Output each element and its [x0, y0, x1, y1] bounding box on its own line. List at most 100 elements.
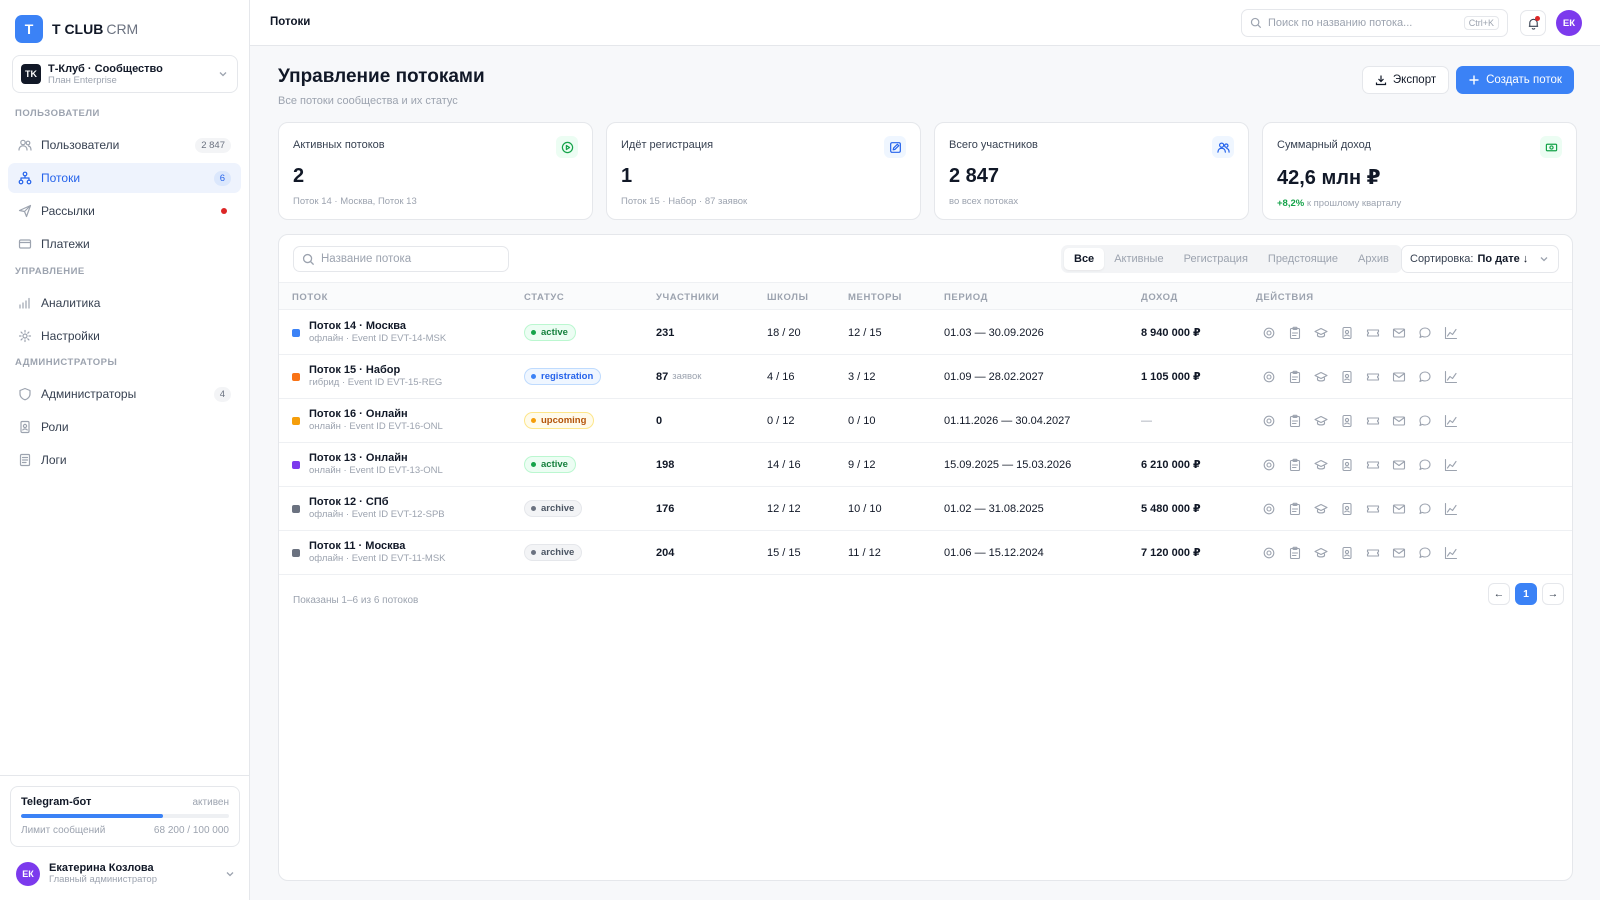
column-header[interactable]: ПЕРИОД: [944, 292, 988, 303]
graduation-cap-icon[interactable]: [1314, 546, 1328, 560]
avatar[interactable]: ЕК: [1556, 10, 1582, 36]
mail-icon[interactable]: [1392, 546, 1406, 560]
column-header[interactable]: ПОТОК: [292, 292, 328, 303]
table-row[interactable]: Поток 11 · Москва офлайн · Event ID EVT-1…: [279, 531, 1572, 575]
stream-name[interactable]: Поток 13 · Онлайн: [309, 452, 443, 465]
filter-tab[interactable]: Активные: [1104, 248, 1173, 270]
settings-icon[interactable]: [1262, 370, 1276, 384]
ticket-icon[interactable]: [1366, 546, 1380, 560]
mail-icon[interactable]: [1392, 414, 1406, 428]
sidebar-item-0-1[interactable]: Аналитика: [8, 288, 241, 318]
badge-icon[interactable]: [1340, 546, 1354, 560]
notifications-button[interactable]: [1520, 10, 1546, 36]
table-row[interactable]: Поток 16 · Онлайн онлайн · Event ID EVT-1…: [279, 399, 1572, 443]
mail-icon[interactable]: [1392, 458, 1406, 472]
column-header[interactable]: ДЕЙСТВИЯ: [1256, 292, 1314, 303]
chart-icon[interactable]: [1444, 458, 1458, 472]
clipboard-icon[interactable]: [1288, 414, 1302, 428]
table-row[interactable]: Поток 12 · СПб офлайн · Event ID EVT-12-S…: [279, 487, 1572, 531]
chat-icon[interactable]: [1418, 326, 1432, 340]
sidebar-item-1-1[interactable]: Настройки: [8, 321, 241, 351]
chart-icon[interactable]: [1444, 502, 1458, 516]
badge-icon[interactable]: [1340, 326, 1354, 340]
prev-page-button[interactable]: ←: [1488, 583, 1510, 605]
badge-icon[interactable]: [1340, 414, 1354, 428]
chat-icon[interactable]: [1418, 458, 1432, 472]
clipboard-icon[interactable]: [1288, 502, 1302, 516]
org-switcher[interactable]: TK Т-Клуб · Сообщество План Enterprise: [12, 55, 238, 93]
global-search[interactable]: Ctrl+K: [1241, 9, 1508, 37]
ticket-icon[interactable]: [1366, 326, 1380, 340]
settings-icon[interactable]: [1262, 546, 1276, 560]
graduation-cap-icon[interactable]: [1314, 370, 1328, 384]
filter-tab[interactable]: Архив: [1348, 248, 1399, 270]
chat-icon[interactable]: [1418, 414, 1432, 428]
clipboard-icon[interactable]: [1288, 326, 1302, 340]
badge-icon[interactable]: [1340, 502, 1354, 516]
filter-tab[interactable]: Все: [1064, 248, 1105, 270]
chart-icon[interactable]: [1444, 546, 1458, 560]
export-button[interactable]: Экспорт: [1362, 66, 1449, 94]
mail-icon[interactable]: [1392, 502, 1406, 516]
create-stream-button[interactable]: Создать поток: [1456, 66, 1574, 94]
page-button-current[interactable]: 1: [1515, 583, 1537, 605]
column-header[interactable]: СТАТУС: [524, 292, 564, 303]
ticket-icon[interactable]: [1366, 414, 1380, 428]
stream-search[interactable]: [293, 246, 509, 272]
table-row[interactable]: Поток 15 · Набор гибрид · Event ID EVT-15…: [279, 355, 1572, 399]
filter-tab[interactable]: Предстоящие: [1258, 248, 1348, 270]
stream-name[interactable]: Поток 11 · Москва: [309, 540, 446, 553]
sidebar-item-3-0[interactable]: Платежи: [8, 229, 241, 259]
user-name: Екатерина Козлова: [49, 862, 154, 874]
sidebar-item-1-0[interactable]: Потоки 6: [8, 163, 241, 193]
current-user[interactable]: ЕК Екатерина Козлова Главный администрат…: [16, 860, 236, 888]
column-header[interactable]: ШКОЛЫ: [767, 292, 808, 303]
sidebar-item-2-0[interactable]: Рассылки: [8, 196, 241, 226]
clipboard-icon[interactable]: [1288, 370, 1302, 384]
next-page-button[interactable]: →: [1542, 583, 1564, 605]
graduation-cap-icon[interactable]: [1314, 458, 1328, 472]
chat-icon[interactable]: [1418, 502, 1432, 516]
status-badge: upcoming: [524, 412, 595, 429]
settings-icon[interactable]: [1262, 326, 1276, 340]
column-header[interactable]: УЧАСТНИКИ: [656, 292, 719, 303]
chart-icon[interactable]: [1444, 326, 1458, 340]
filter-tab[interactable]: Регистрация: [1174, 248, 1258, 270]
stream-name[interactable]: Поток 15 · Набор: [309, 364, 442, 377]
table-row[interactable]: Поток 13 · Онлайн онлайн · Event ID EVT-1…: [279, 443, 1572, 487]
sort-dropdown[interactable]: Сортировка: По дате ↓: [1401, 245, 1559, 273]
graduation-cap-icon[interactable]: [1314, 502, 1328, 516]
table-row[interactable]: Поток 14 · Москва офлайн · Event ID EVT-1…: [279, 311, 1572, 355]
stream-name[interactable]: Поток 14 · Москва: [309, 320, 446, 333]
mail-icon[interactable]: [1392, 326, 1406, 340]
clipboard-icon[interactable]: [1288, 546, 1302, 560]
chart-icon[interactable]: [1444, 370, 1458, 384]
badge-icon[interactable]: [1340, 458, 1354, 472]
ticket-icon[interactable]: [1366, 370, 1380, 384]
sidebar-item-2-2[interactable]: Логи: [8, 445, 241, 475]
settings-icon[interactable]: [1262, 458, 1276, 472]
ticket-icon[interactable]: [1366, 458, 1380, 472]
mail-icon[interactable]: [1392, 370, 1406, 384]
ticket-icon[interactable]: [1366, 502, 1380, 516]
graduation-cap-icon[interactable]: [1314, 414, 1328, 428]
settings-icon[interactable]: [1262, 414, 1276, 428]
chart-icon[interactable]: [1444, 414, 1458, 428]
global-search-input[interactable]: [1268, 17, 1464, 29]
column-header[interactable]: ДОХОД: [1141, 292, 1178, 303]
graduation-cap-icon[interactable]: [1314, 326, 1328, 340]
column-header[interactable]: МЕНТОРЫ: [848, 292, 902, 303]
brand[interactable]: T T CLUB CRM: [15, 15, 138, 43]
settings-icon[interactable]: [1262, 502, 1276, 516]
sidebar-item-1-2[interactable]: Роли: [8, 412, 241, 442]
telegram-bot-card[interactable]: Telegram-бот активен Лимит сообщений 68 …: [10, 786, 240, 847]
chat-icon[interactable]: [1418, 546, 1432, 560]
clipboard-icon[interactable]: [1288, 458, 1302, 472]
stream-name[interactable]: Поток 16 · Онлайн: [309, 408, 443, 421]
sidebar-item-0-0[interactable]: Пользователи 2 847: [8, 130, 241, 160]
badge-icon[interactable]: [1340, 370, 1354, 384]
stream-search-input[interactable]: [321, 253, 500, 265]
sidebar-item-0-2[interactable]: Администраторы 4: [8, 379, 241, 409]
chat-icon[interactable]: [1418, 370, 1432, 384]
stream-name[interactable]: Поток 12 · СПб: [309, 496, 445, 509]
